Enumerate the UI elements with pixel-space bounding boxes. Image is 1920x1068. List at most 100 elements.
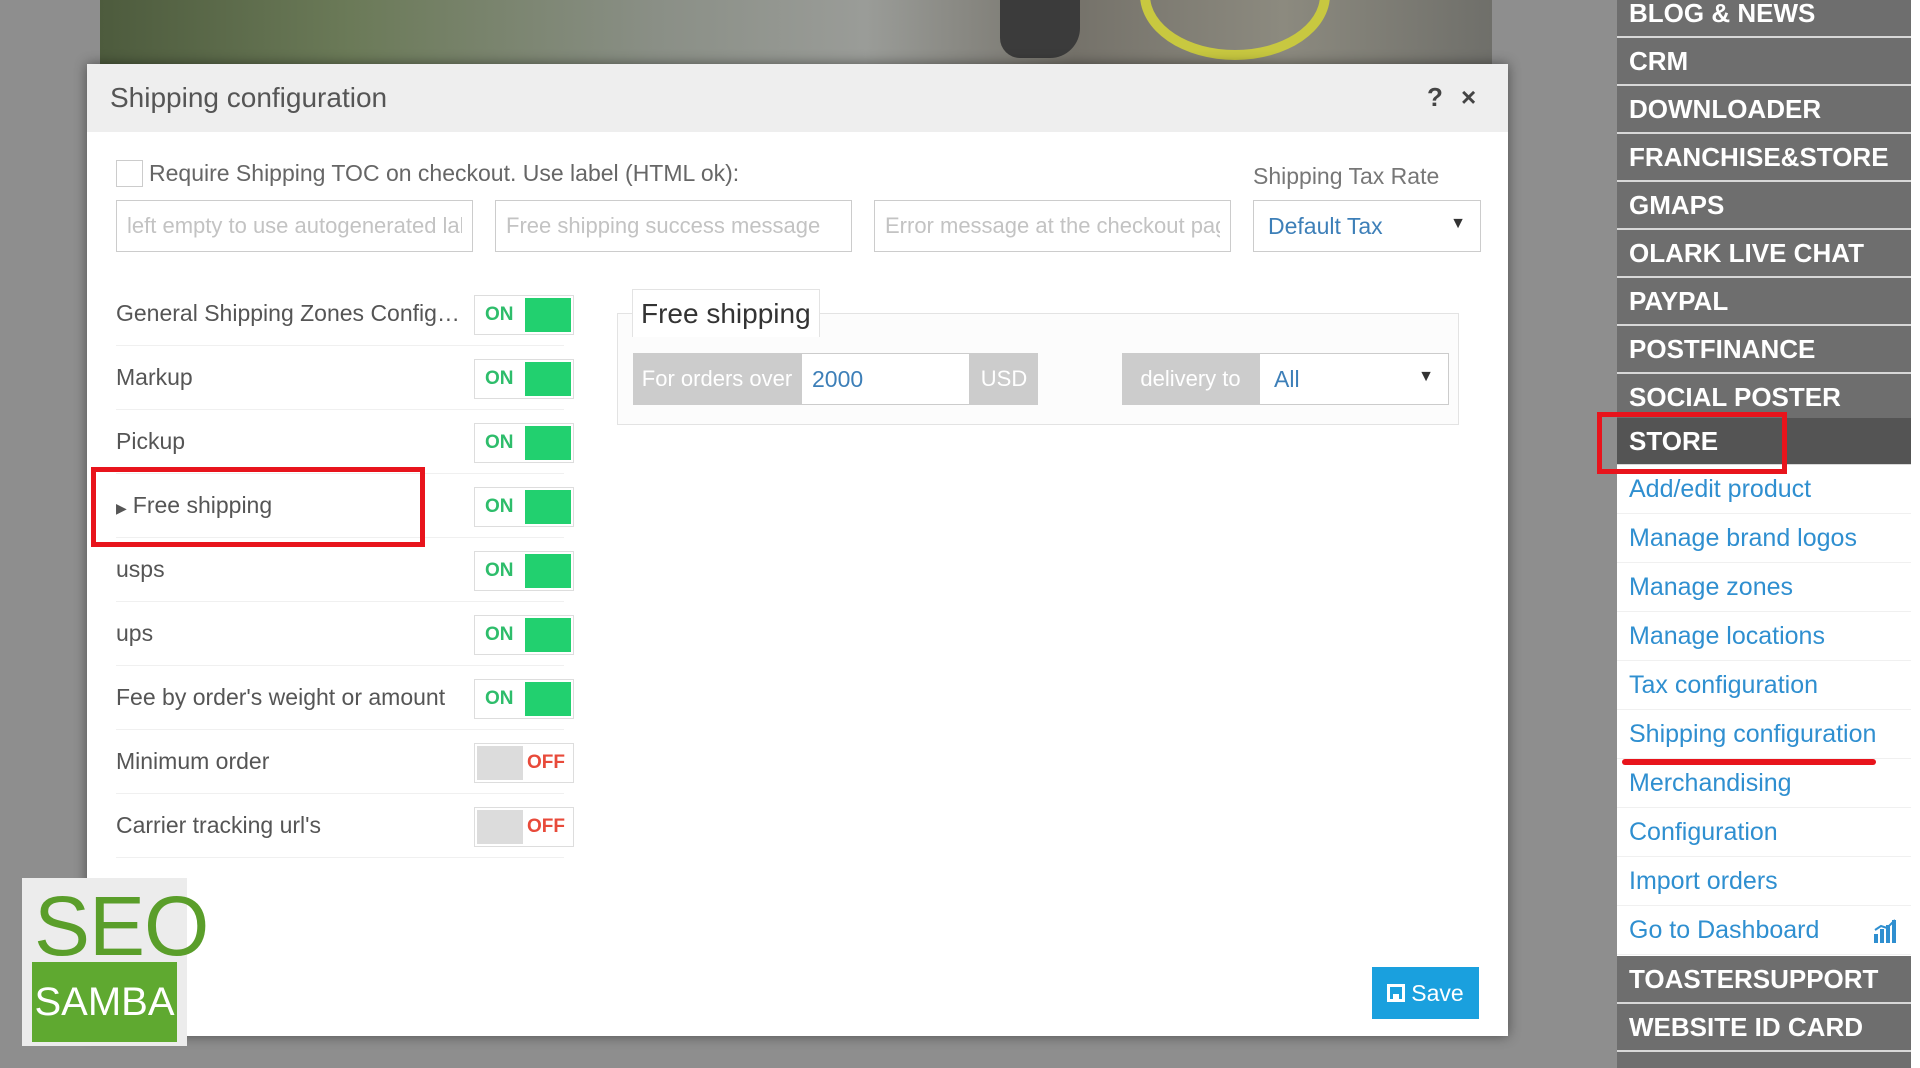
sidebar-sub-tax-configuration[interactable]: Tax configuration [1617,661,1911,710]
sidebar-item-toastersupport[interactable]: TOASTERSUPPORT [1617,956,1911,1004]
shipping-tax-rate-label: Shipping Tax Rate [1253,163,1440,189]
sidebar-item-blog-news[interactable]: BLOG & NEWS [1617,0,1911,38]
minimum-order-switch[interactable]: OFF [474,743,574,783]
shipping-tax-rate-value: Default Tax [1268,212,1383,239]
toggle-label-free-shipping[interactable]: ▶ Free shipping [116,492,466,519]
sidebar-sub-configuration[interactable]: Configuration [1617,808,1911,857]
sidebar-item-postfinance[interactable]: POSTFINANCE [1617,326,1911,374]
caret-down-icon: ▼ [1450,215,1466,232]
plugin-sidebar: BLOG & NEWS CRM DOWNLOADER FRANCHISE&STO… [1617,0,1920,1068]
shipping-plugins-list: General Shipping Zones Configuration ON … [116,282,574,858]
close-icon[interactable]: × [1461,82,1476,113]
switch-state: OFF [527,816,565,837]
carrier-tracking-switch[interactable]: OFF [474,807,574,847]
switch-knob [525,682,571,716]
sidebar-item-cut-off[interactable] [1617,1052,1911,1068]
switch-state: ON [485,304,514,325]
free-shipping-label: Free shipping [132,492,273,518]
shipping-tax-rate-select[interactable]: Default Tax ▼ [1253,200,1481,252]
usps-switch[interactable]: ON [474,551,574,591]
background-photo [100,0,1492,64]
modal-header: Shipping configuration ? × [87,64,1508,132]
toggle-row-free-shipping[interactable]: ▶ Free shipping ON [116,474,574,538]
help-icon[interactable]: ? [1427,82,1443,113]
bar-chart-icon [1874,919,1896,943]
sidebar-sub-import-orders[interactable]: Import orders [1617,857,1911,906]
sidebar-sub-add-edit-product[interactable]: Add/edit product [1617,465,1911,514]
free-shipping-success-input[interactable] [495,200,852,252]
toggle-label: Minimum order [116,748,270,774]
switch-knob [525,362,571,396]
logo-samba-text: SAMBA [32,962,177,1042]
sidebar-sub-manage-zones[interactable]: Manage zones [1617,563,1911,612]
switch-knob [525,490,571,524]
background-bike-wheel [1140,0,1330,60]
switch-knob [477,810,523,844]
sidebar-item-social-poster[interactable]: SOCIAL POSTER [1617,374,1911,422]
seo-samba-logo: SEO SAMBA [22,878,209,1046]
orders-over-addon: For orders over [633,353,801,405]
checkout-error-input[interactable] [874,200,1231,252]
sidebar-item-downloader[interactable]: DOWNLOADER [1617,86,1911,134]
toc-label-input[interactable] [116,200,473,252]
sidebar-item-paypal[interactable]: PAYPAL [1617,278,1911,326]
toggle-label: usps [116,556,165,582]
currency-addon: USD [970,353,1038,405]
toggle-label: ups [116,620,154,646]
toggle-row-markup: Markup ON [116,346,574,410]
toggle-label: Pickup [116,428,186,454]
pickup-switch[interactable]: ON [474,423,574,463]
toggle-row-pickup: Pickup ON [116,410,574,474]
sidebar-item-website-id-card[interactable]: WEBSITE ID CARD [1617,1004,1911,1052]
free-shipping-switch[interactable]: ON [474,487,574,527]
switch-state: ON [485,496,514,517]
switch-state: ON [485,368,514,389]
fee-by-weight-switch[interactable]: ON [474,679,574,719]
delivery-to-select[interactable]: All ▼ [1259,353,1449,405]
logo-seo-text: SEO [34,879,209,973]
switch-knob [525,554,571,588]
modal-title: Shipping configuration [110,82,388,113]
switch-state: ON [485,560,514,581]
toggle-label: General Shipping Zones Configuration [116,300,466,326]
background-rider-arm [1000,0,1080,58]
sidebar-item-olark-live-chat[interactable]: OLARK LIVE CHAT [1617,230,1911,278]
toggle-row-general-zones: General Shipping Zones Configuration ON [116,282,574,346]
toggle-row-fee-by-weight: Fee by order's weight or amount ON [116,666,574,730]
markup-switch[interactable]: ON [474,359,574,399]
sidebar-sub-merchandising[interactable]: Merchandising [1617,759,1911,808]
caret-right-icon: ▶ [116,500,127,516]
save-button[interactable]: Save [1372,967,1479,1019]
general-zones-switch[interactable]: ON [474,295,574,335]
switch-state: ON [485,688,514,709]
switch-state: ON [485,432,514,453]
free-shipping-tab[interactable]: Free shipping [632,289,820,337]
toggle-label: Fee by order's weight or amount [116,684,446,710]
require-toc-checkbox[interactable] [116,160,143,187]
toggle-row-carrier-tracking: Carrier tracking url's OFF [116,794,574,858]
switch-state: OFF [527,752,565,773]
switch-knob [525,426,571,460]
require-toc-label: Require Shipping TOC on checkout. Use la… [149,160,740,186]
sidebar-item-store[interactable]: STORE [1617,418,1911,466]
free-shipping-amount-input[interactable]: 2000 [801,353,970,405]
toc-row: Require Shipping TOC on checkout. Use la… [116,160,739,187]
sidebar-item-crm[interactable]: CRM [1617,38,1911,86]
sidebar-item-gmaps[interactable]: GMAPS [1617,182,1911,230]
delivery-to-value: All [1274,365,1300,392]
floppy-disk-icon [1387,984,1406,1002]
toggle-row-minimum-order: Minimum order OFF [116,730,574,794]
sidebar-sub-shipping-configuration[interactable]: Shipping configuration [1617,710,1911,759]
toggle-label: Markup [116,364,193,390]
go-to-dashboard-label: Go to Dashboard [1629,915,1820,944]
sidebar-sub-manage-locations[interactable]: Manage locations [1617,612,1911,661]
toggle-row-ups: ups ON [116,602,574,666]
ups-switch[interactable]: ON [474,615,574,655]
sidebar-item-franchise-store[interactable]: FRANCHISE&STORE [1617,134,1911,182]
toggle-row-usps: usps ON [116,538,574,602]
save-button-label: Save [1411,979,1464,1006]
delivery-to-addon: delivery to [1122,353,1259,405]
sidebar-sub-manage-brand-logos[interactable]: Manage brand logos [1617,514,1911,563]
sidebar-sub-go-to-dashboard[interactable]: Go to Dashboard [1617,906,1911,955]
shipping-config-modal: Shipping configuration ? × Require Shipp… [87,64,1508,1036]
